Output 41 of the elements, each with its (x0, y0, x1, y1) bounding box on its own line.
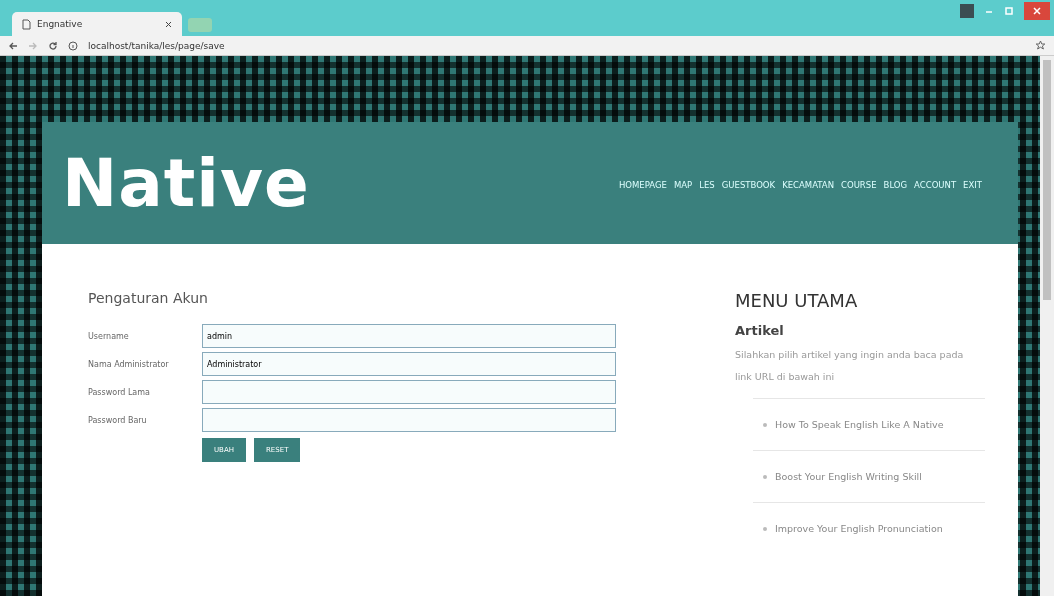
maximize-icon[interactable] (1004, 6, 1014, 16)
article-link[interactable]: Improve Your English Pronunciation (775, 523, 943, 534)
input-field[interactable] (202, 408, 616, 432)
sidebar-title: MENU UTAMA (735, 290, 859, 311)
article-link[interactable]: Boost Your English Writing Skill (775, 471, 922, 482)
bullet-icon (763, 474, 767, 479)
back-icon[interactable] (8, 40, 18, 51)
page-icon (22, 18, 31, 30)
field-label: Password Lama (88, 387, 151, 397)
field-label: Nama Administrator (88, 359, 170, 369)
nav-link[interactable]: LES (699, 180, 715, 190)
input-field[interactable]: admin (202, 324, 616, 348)
input-field[interactable]: Administrator (202, 352, 616, 376)
field-label: Username (88, 331, 130, 341)
field-label: Password Baru (88, 415, 148, 425)
nav-link[interactable]: HOMEPAGE (618, 180, 667, 190)
close-icon[interactable] (165, 20, 172, 28)
nav-link[interactable]: BLOG (883, 180, 908, 190)
browser-tab[interactable]: Engnative (12, 12, 182, 36)
nav-link[interactable]: ACCOUNT (914, 180, 957, 190)
url-text[interactable]: localhost/tanika/les/page/save (88, 40, 1025, 51)
nav-link[interactable]: MAP (673, 180, 693, 190)
article-link[interactable]: How To Speak English Like A Native (775, 419, 944, 430)
bullet-icon (763, 526, 767, 531)
close-window-icon[interactable] (1024, 2, 1050, 20)
nav-link[interactable]: COURSE (841, 180, 877, 190)
form-title: Pengaturan Akun (88, 290, 209, 306)
sidebar-subtitle: Artikel (735, 323, 785, 338)
scrollbar[interactable] (1040, 56, 1054, 596)
tab-title: Engnative (37, 19, 84, 29)
star-icon[interactable] (1035, 40, 1046, 51)
info-icon[interactable] (68, 40, 78, 51)
forward-icon[interactable] (28, 40, 38, 51)
nav-link[interactable]: EXIT (963, 180, 982, 190)
bullet-icon (763, 422, 767, 427)
sidebar-description: Silahkan pilih artikel yang ingin anda baca pada link URL di bawah ini (735, 348, 965, 384)
input-field[interactable] (202, 380, 616, 404)
reload-icon[interactable] (48, 40, 58, 51)
nav-link[interactable]: KECAMATAN (782, 180, 834, 190)
site-logo[interactable]: Native (62, 144, 310, 222)
nav-link[interactable]: GUESTBOOK (721, 180, 776, 190)
